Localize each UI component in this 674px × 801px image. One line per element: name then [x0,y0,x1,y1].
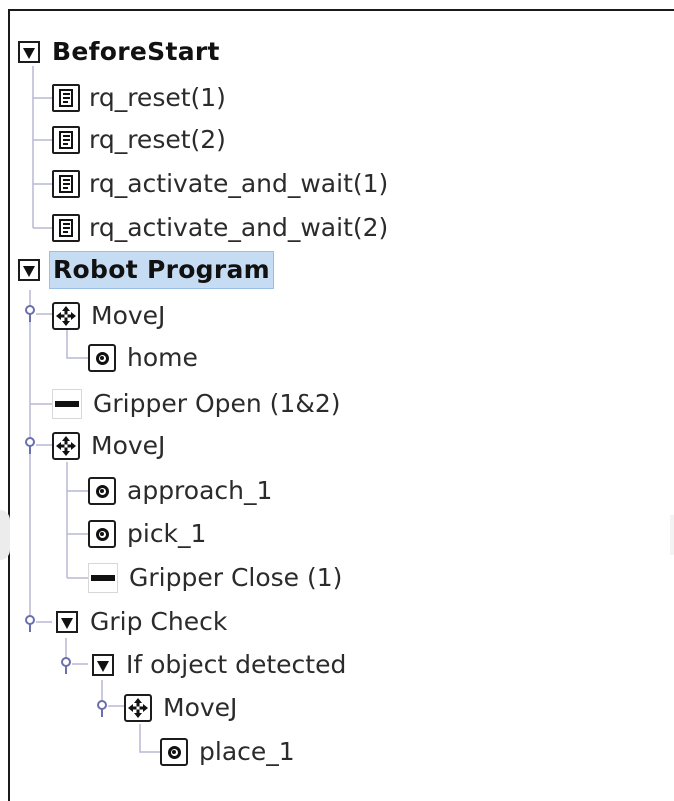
waypoint-icon [88,520,116,548]
tree-node-label: rq_reset(2) [89,125,226,154]
script-icon [52,170,80,198]
tree-node-label: home [127,343,198,372]
gripper-icon [88,563,118,593]
tree-node-rq-reset-2[interactable]: rq_reset(2) [52,120,229,160]
tree-node-label: approach_1 [127,476,273,505]
tree-node-gripper-close[interactable]: Gripper Close (1) [88,558,345,598]
collapse-triangle-icon[interactable] [18,259,40,281]
tree-node-label: BeforeStart [52,37,220,66]
tree-node-label: pick_1 [127,519,207,548]
tree-node-movej[interactable]: MoveJ [52,426,168,466]
move-icon [52,432,80,460]
script-icon [52,214,80,242]
script-icon [52,84,80,112]
tree-node-label: MoveJ [163,693,238,722]
tree-node-movej[interactable]: MoveJ [124,688,240,728]
tree-node-rq-activate-and-wait-1[interactable]: rq_activate_and_wait(1) [52,164,391,204]
collapse-triangle-icon[interactable] [18,41,40,63]
tree-node-label: Robot Program [49,251,275,289]
waypoint-icon [160,738,188,766]
tree-node-label: rq_activate_and_wait(1) [89,169,389,198]
tree-node-movej[interactable]: MoveJ [52,296,168,336]
tree-node-label: place_1 [199,737,295,766]
collapse-triangle-icon[interactable] [92,654,114,676]
move-icon [124,694,152,722]
collapse-triangle-icon[interactable] [56,611,78,633]
tree-node-label: rq_activate_and_wait(2) [89,213,389,242]
tree-node-rq-reset-1[interactable]: rq_reset(1) [52,78,229,118]
tree-node-label: Gripper Open (1&2) [93,389,341,418]
tree-node-label: rq_reset(1) [89,83,226,112]
move-icon [52,302,80,330]
waypoint-icon [88,477,116,505]
tree-node-label: Gripper Close (1) [129,563,343,592]
tree-node-label: Grip Check [90,607,228,636]
tree-node-gripper-open[interactable]: Gripper Open (1&2) [52,384,343,424]
tree-node-if-object-detected[interactable]: If object detected [92,645,349,685]
tree-node-label: If object detected [126,650,347,679]
script-icon [52,126,80,154]
tree-node-waypoint-approach-1[interactable]: approach_1 [88,471,275,511]
tree-node-rq-activate-and-wait-2[interactable]: rq_activate_and_wait(2) [52,208,391,248]
waypoint-icon [88,344,116,372]
tree-node-beforestart[interactable]: BeforeStart [18,32,223,72]
tree-node-waypoint-place-1[interactable]: place_1 [160,732,298,772]
tree-node-label: MoveJ [91,301,166,330]
tree-node-waypoint-home[interactable]: home [88,338,201,378]
tree-node-waypoint-pick-1[interactable]: pick_1 [88,514,209,554]
tree-node-label: MoveJ [91,431,166,460]
gripper-icon [52,389,82,419]
tree-node-grip-check[interactable]: Grip Check [56,602,230,642]
tree-node-robot-program[interactable]: Robot Program [18,250,275,290]
